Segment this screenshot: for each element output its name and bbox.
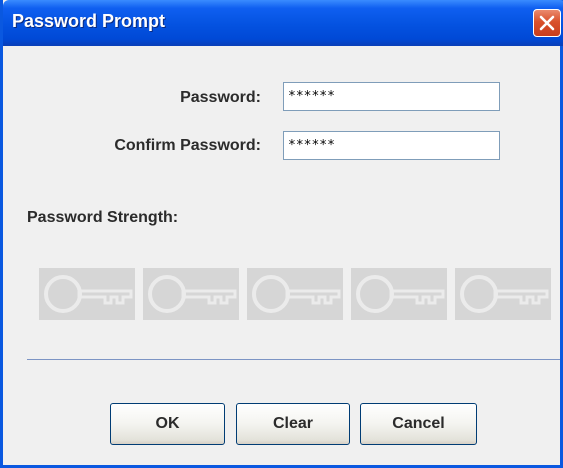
password-label: Password: (180, 89, 261, 106)
separator (27, 359, 560, 360)
strength-indicator-4 (351, 268, 447, 320)
confirm-password-field[interactable]: ****** (283, 131, 500, 160)
password-prompt-dialog: Password Prompt Password: ****** Confirm… (0, 0, 563, 468)
strength-indicator-2 (143, 268, 239, 320)
key-icon (356, 275, 445, 313)
close-icon (539, 15, 555, 31)
confirm-password-label: Confirm Password: (114, 137, 261, 154)
password-field[interactable]: ****** (283, 82, 500, 111)
strength-indicator-3 (247, 268, 343, 320)
strength-indicator-5 (455, 268, 551, 320)
strength-indicator-1 (39, 268, 135, 320)
key-icon (460, 275, 549, 313)
key-icon (44, 275, 133, 313)
clear-button[interactable]: Clear (236, 403, 350, 445)
key-icon (252, 275, 341, 313)
ok-button[interactable]: OK (110, 403, 225, 445)
cancel-button[interactable]: Cancel (360, 403, 477, 445)
key-icon (148, 275, 237, 313)
window-title: Password Prompt (12, 11, 166, 31)
title-bar[interactable]: Password Prompt (3, 0, 563, 46)
password-strength-label: Password Strength: (27, 209, 179, 226)
close-button[interactable] (533, 9, 561, 37)
